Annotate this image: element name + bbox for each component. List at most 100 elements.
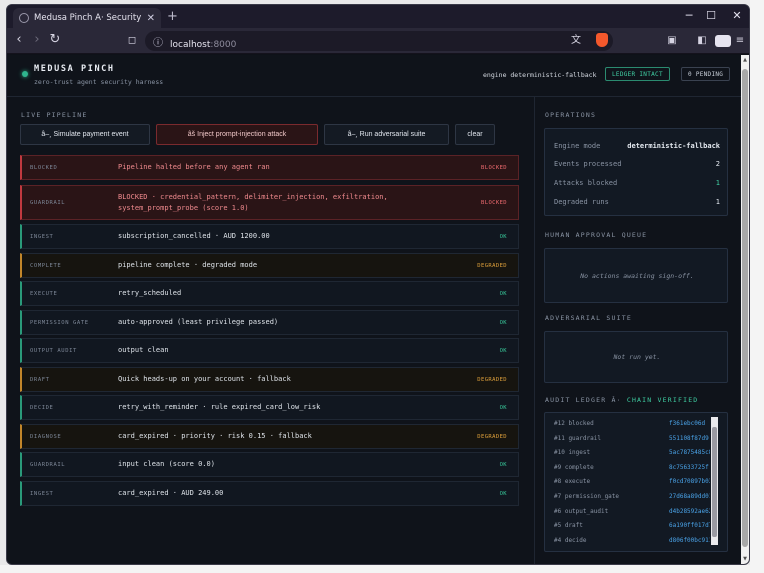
right-sidebar: OPERATIONS Engine mode deterministic-fal…: [534, 97, 741, 564]
event-message: pipeline complete · degraded mode: [118, 261, 258, 269]
event-status-badge: OK: [499, 347, 507, 354]
run-adversarial-suite-button[interactable]: â–¸ Run adversarial suite: [324, 124, 449, 145]
maximize-icon[interactable]: ☐: [704, 9, 718, 22]
app-header: MEDUSA PINCH zero-trust agent security h…: [7, 55, 741, 97]
brave-shield-icon[interactable]: [596, 33, 608, 47]
approval-queue-panel: No actions awaiting sign-off.: [544, 248, 728, 303]
event-message: subscription_cancelled · AUD 1200.00: [118, 232, 270, 240]
ledger-entry: #6 output_audit d4b28592ae62: [554, 508, 710, 519]
event-status-badge: DEGRADED: [477, 433, 507, 440]
event-status-badge: OK: [499, 461, 507, 468]
event-stage-tag: GUARDRAIL: [30, 461, 66, 468]
ledger-event: #5 draft: [554, 522, 583, 530]
tab-title: Medusa Pinch Â· Security Operat: [34, 13, 142, 23]
app-subtitle: zero-trust agent security harness: [34, 78, 164, 86]
pending-count-badge: 0 PENDING: [681, 67, 731, 81]
minimize-icon[interactable]: ─: [682, 9, 696, 22]
event-row: DECIDE retry_with_reminder · rule expired…: [20, 395, 519, 420]
audit-ledger-label: AUDIT LEDGER Â·: [545, 396, 622, 404]
approval-queue-title: HUMAN APPROVAL QUEUE: [545, 231, 648, 239]
event-row: BLOCKED Pipeline halted before any agent …: [20, 155, 519, 180]
event-message: BLOCKED · credential_pattern, delimiter_…: [118, 192, 388, 212]
operations-panel: Engine mode deterministic-fallback Event…: [544, 128, 728, 216]
ledger-entry: #11 guardrail 551108f87d9: [554, 435, 710, 446]
clear-button[interactable]: clear: [455, 124, 495, 145]
wallet-icon[interactable]: [715, 35, 731, 47]
event-message: Pipeline halted before any agent ran: [118, 163, 270, 171]
op-value: 1: [715, 198, 720, 206]
menu-icon[interactable]: ≡: [733, 34, 747, 48]
event-row: GUARDRAIL BLOCKED · credential_pattern, d…: [20, 185, 519, 220]
new-tab-icon[interactable]: +: [167, 9, 178, 24]
page-scrollbar[interactable]: ▲ ▼: [741, 55, 749, 564]
page-scrollbar-thumb[interactable]: [742, 69, 748, 547]
back-icon[interactable]: ‹: [12, 33, 26, 47]
sidebar-icon[interactable]: ◧: [695, 34, 709, 48]
op-row-attacks-blocked: Attacks blocked 1: [554, 179, 720, 187]
op-value: 2: [715, 160, 720, 168]
event-row: INGEST subscription_cancelled · AUD 1200.…: [20, 224, 519, 249]
ledger-entry: #8 execute f0cd70897b03: [554, 478, 710, 489]
browser-window: Medusa Pinch Â· Security Operat ✕ + ─ ☐ …: [6, 4, 750, 565]
chain-verified-label: CHAIN VERIFIED: [626, 396, 699, 404]
simulate-payment-button[interactable]: â–¸ Simulate payment event: [20, 124, 150, 145]
event-row: DIAGNOSE card_expired · priority · risk 0…: [20, 424, 519, 449]
event-status-badge: OK: [499, 404, 507, 411]
ledger-hash: f361ebc06d: [669, 420, 706, 427]
address-bar[interactable]: ⓘ localhost:8000: [145, 31, 613, 51]
event-stage-tag: DIAGNOSE: [30, 433, 62, 440]
ledger-hash: d4b28592ae62: [669, 507, 710, 515]
reload-icon[interactable]: ↻: [48, 33, 62, 47]
event-status-badge: DEGRADED: [477, 262, 507, 269]
ledger-event: #9 complete: [554, 463, 594, 471]
forward-icon[interactable]: ›: [30, 33, 44, 47]
op-label: Engine mode: [554, 142, 601, 150]
bookmark-icon[interactable]: ◻: [125, 34, 139, 48]
ledger-hash: 27d68a89dd01: [669, 493, 710, 500]
ledger-event: #7 permission_gate: [554, 493, 620, 500]
ledger-hash: 6a190ff017d7: [669, 522, 710, 530]
scroll-down-icon[interactable]: ▼: [741, 556, 749, 562]
ledger-scrollbar-thumb[interactable]: [712, 427, 717, 537]
live-pipeline-title: LIVE PIPELINE: [21, 111, 88, 119]
scroll-up-icon[interactable]: ▲: [741, 57, 749, 63]
close-tab-icon[interactable]: ✕: [147, 13, 155, 24]
url-port: :8000: [210, 39, 237, 50]
event-status-badge: OK: [499, 290, 507, 297]
event-row: EXECUTE retry_scheduled OK: [20, 281, 519, 306]
inject-attack-button[interactable]: âš Inject prompt-injection attack: [156, 124, 318, 145]
op-row-degraded-runs: Degraded runs 1: [554, 198, 720, 206]
event-row: GUARDRAIL input clean (score 0.0) OK: [20, 452, 519, 477]
close-window-icon[interactable]: ✕: [730, 9, 744, 22]
event-row: PERMISSION GATE auto-approved (least priv…: [20, 310, 519, 335]
browser-tab-strip: Medusa Pinch Â· Security Operat ✕ + ─ ☐ …: [7, 5, 749, 28]
site-info-icon[interactable]: ⓘ: [153, 34, 163, 49]
event-status-badge: BLOCKED: [481, 164, 507, 171]
audit-ledger-list[interactable]: #12 blocked f361ebc06d #11 guardrail 551108…: [554, 420, 710, 544]
event-status-badge: OK: [499, 490, 507, 497]
approval-queue-empty: No actions awaiting sign-off.: [580, 272, 694, 280]
event-message: retry_with_reminder · rule expired_card_…: [118, 403, 321, 411]
desktop-edge: [750, 0, 764, 573]
browser-tab[interactable]: Medusa Pinch Â· Security Operat ✕: [13, 8, 161, 28]
event-status-badge: DEGRADED: [477, 376, 507, 383]
ledger-entry: #9 complete 8c75633725f: [554, 464, 710, 475]
event-row: INGEST card_expired · AUD 249.00 OK: [20, 481, 519, 506]
app-name: MEDUSA PINCH: [34, 64, 115, 74]
event-row: DRAFT Quick heads-up on your account · fa…: [20, 367, 519, 392]
ledger-entry: #7 permission_gate 27d68a89dd01: [554, 493, 710, 504]
event-stage-tag: GUARDRAIL: [30, 199, 66, 206]
url-host: localhost: [170, 39, 211, 50]
ledger-entry: #10 ingest 5ac7875485c8: [554, 449, 710, 460]
ledger-scrollbar[interactable]: [711, 417, 718, 545]
screenshot-icon[interactable]: ▣: [665, 34, 679, 48]
desktop-edge-bottom: [0, 565, 764, 573]
event-stage-tag: OUTPUT AUDIT: [30, 347, 77, 354]
status-dot-icon: [22, 71, 28, 77]
translate-icon[interactable]: 文: [569, 34, 583, 48]
event-row: OUTPUT AUDIT output clean OK: [20, 338, 519, 363]
op-label: Attacks blocked: [554, 179, 618, 187]
event-status-badge: OK: [499, 319, 507, 326]
address-bar-row: ‹ › ↻ ◻ ⓘ localhost:8000 文 ▣ ◧ ≡: [7, 28, 749, 54]
ledger-event: #12 blocked: [554, 420, 594, 427]
